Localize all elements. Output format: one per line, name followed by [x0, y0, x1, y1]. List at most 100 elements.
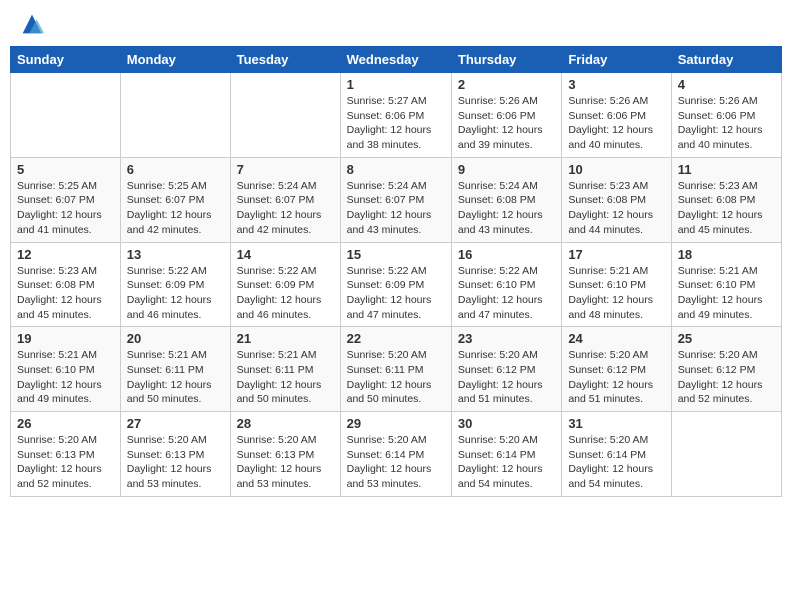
cell-info-text: Sunrise: 5:25 AM Sunset: 6:07 PM Dayligh… [17, 179, 114, 238]
cell-day-number: 10 [568, 162, 664, 177]
cell-day-number: 2 [458, 77, 555, 92]
cell-info-text: Sunrise: 5:20 AM Sunset: 6:14 PM Dayligh… [568, 433, 664, 492]
cell-info-text: Sunrise: 5:20 AM Sunset: 6:12 PM Dayligh… [458, 348, 555, 407]
calendar-cell: 6 Sunrise: 5:25 AM Sunset: 6:07 PM Daylig… [120, 157, 230, 242]
calendar-week-row: 1Sunrise: 5:27 AM Sunset: 6:06 PM Daylig… [11, 73, 782, 158]
calendar-cell [671, 412, 781, 497]
cell-day-number: 29 [347, 416, 445, 431]
cell-day-number: 4 [678, 77, 775, 92]
cell-info-text: Sunrise: 5:22 AM Sunset: 6:09 PM Dayligh… [347, 264, 445, 323]
calendar-cell: 3 Sunrise: 5:26 AM Sunset: 6:06 PM Daylig… [562, 73, 671, 158]
cell-day-number: 18 [678, 247, 775, 262]
page-header [10, 10, 782, 38]
cell-info-text: Sunrise: 5:26 AM Sunset: 6:06 PM Dayligh… [568, 94, 664, 153]
cell-day-number: 23 [458, 331, 555, 346]
cell-day-number: 24 [568, 331, 664, 346]
cell-day-number: 5 [17, 162, 114, 177]
cell-info-text: Sunrise: 5:20 AM Sunset: 6:13 PM Dayligh… [17, 433, 114, 492]
cell-day-number: 25 [678, 331, 775, 346]
calendar-cell: 11 Sunrise: 5:23 AM Sunset: 6:08 PM Dayli… [671, 157, 781, 242]
calendar-day-header: Thursday [451, 47, 561, 73]
logo-icon [18, 10, 46, 38]
cell-info-text: Sunrise: 5:22 AM Sunset: 6:09 PM Dayligh… [127, 264, 224, 323]
cell-day-number: 9 [458, 162, 555, 177]
calendar-cell [230, 73, 340, 158]
cell-info-text: Sunrise: 5:20 AM Sunset: 6:11 PM Dayligh… [347, 348, 445, 407]
cell-info-text: Sunrise: 5:22 AM Sunset: 6:09 PM Dayligh… [237, 264, 334, 323]
cell-day-number: 15 [347, 247, 445, 262]
cell-info-text: Sunrise: 5:26 AM Sunset: 6:06 PM Dayligh… [678, 94, 775, 153]
calendar-cell: 20 Sunrise: 5:21 AM Sunset: 6:11 PM Dayli… [120, 327, 230, 412]
cell-info-text: Sunrise: 5:23 AM Sunset: 6:08 PM Dayligh… [678, 179, 775, 238]
cell-info-text: Sunrise: 5:20 AM Sunset: 6:14 PM Dayligh… [347, 433, 445, 492]
cell-info-text: Sunrise: 5:27 AM Sunset: 6:06 PM Dayligh… [347, 94, 445, 153]
cell-day-number: 21 [237, 331, 334, 346]
cell-day-number: 31 [568, 416, 664, 431]
calendar-day-header: Friday [562, 47, 671, 73]
cell-day-number: 13 [127, 247, 224, 262]
cell-info-text: Sunrise: 5:20 AM Sunset: 6:13 PM Dayligh… [237, 433, 334, 492]
cell-info-text: Sunrise: 5:24 AM Sunset: 6:07 PM Dayligh… [347, 179, 445, 238]
cell-info-text: Sunrise: 5:21 AM Sunset: 6:10 PM Dayligh… [678, 264, 775, 323]
cell-day-number: 27 [127, 416, 224, 431]
cell-day-number: 28 [237, 416, 334, 431]
cell-day-number: 17 [568, 247, 664, 262]
cell-info-text: Sunrise: 5:20 AM Sunset: 6:12 PM Dayligh… [568, 348, 664, 407]
cell-day-number: 6 [127, 162, 224, 177]
cell-info-text: Sunrise: 5:25 AM Sunset: 6:07 PM Dayligh… [127, 179, 224, 238]
calendar-cell: 19 Sunrise: 5:21 AM Sunset: 6:10 PM Dayli… [11, 327, 121, 412]
calendar-cell: 31 Sunrise: 5:20 AM Sunset: 6:14 PM Dayli… [562, 412, 671, 497]
cell-info-text: Sunrise: 5:21 AM Sunset: 6:11 PM Dayligh… [237, 348, 334, 407]
calendar-cell: 24 Sunrise: 5:20 AM Sunset: 6:12 PM Dayli… [562, 327, 671, 412]
calendar-cell: 9 Sunrise: 5:24 AM Sunset: 6:08 PM Daylig… [451, 157, 561, 242]
cell-day-number: 8 [347, 162, 445, 177]
calendar-cell: 14 Sunrise: 5:22 AM Sunset: 6:09 PM Dayli… [230, 242, 340, 327]
calendar-cell: 21 Sunrise: 5:21 AM Sunset: 6:11 PM Dayli… [230, 327, 340, 412]
cell-day-number: 26 [17, 416, 114, 431]
calendar-cell: 18 Sunrise: 5:21 AM Sunset: 6:10 PM Dayli… [671, 242, 781, 327]
calendar-day-header: Wednesday [340, 47, 451, 73]
cell-day-number: 19 [17, 331, 114, 346]
cell-day-number: 30 [458, 416, 555, 431]
calendar-cell: 28 Sunrise: 5:20 AM Sunset: 6:13 PM Dayli… [230, 412, 340, 497]
cell-info-text: Sunrise: 5:20 AM Sunset: 6:14 PM Dayligh… [458, 433, 555, 492]
calendar-cell: 25 Sunrise: 5:20 AM Sunset: 6:12 PM Dayli… [671, 327, 781, 412]
calendar-cell [11, 73, 121, 158]
calendar-cell [120, 73, 230, 158]
calendar-cell: 12Sunrise: 5:23 AM Sunset: 6:08 PM Dayli… [11, 242, 121, 327]
cell-day-number: 12 [17, 247, 114, 262]
calendar-cell: 16 Sunrise: 5:22 AM Sunset: 6:10 PM Dayli… [451, 242, 561, 327]
calendar-cell: 2 Sunrise: 5:26 AM Sunset: 6:06 PM Daylig… [451, 73, 561, 158]
calendar-cell: 29 Sunrise: 5:20 AM Sunset: 6:14 PM Dayli… [340, 412, 451, 497]
cell-info-text: Sunrise: 5:21 AM Sunset: 6:11 PM Dayligh… [127, 348, 224, 407]
calendar-cell: 7 Sunrise: 5:24 AM Sunset: 6:07 PM Daylig… [230, 157, 340, 242]
calendar-cell: 27 Sunrise: 5:20 AM Sunset: 6:13 PM Dayli… [120, 412, 230, 497]
cell-day-number: 3 [568, 77, 664, 92]
cell-day-number: 20 [127, 331, 224, 346]
calendar-table: SundayMondayTuesdayWednesdayThursdayFrid… [10, 46, 782, 497]
cell-day-number: 11 [678, 162, 775, 177]
cell-info-text: Sunrise: 5:22 AM Sunset: 6:10 PM Dayligh… [458, 264, 555, 323]
cell-info-text: Sunrise: 5:21 AM Sunset: 6:10 PM Dayligh… [17, 348, 114, 407]
cell-info-text: Sunrise: 5:24 AM Sunset: 6:07 PM Dayligh… [237, 179, 334, 238]
cell-info-text: Sunrise: 5:20 AM Sunset: 6:12 PM Dayligh… [678, 348, 775, 407]
logo [14, 10, 46, 38]
calendar-day-header: Sunday [11, 47, 121, 73]
calendar-cell: 26 Sunrise: 5:20 AM Sunset: 6:13 PM Dayli… [11, 412, 121, 497]
cell-day-number: 16 [458, 247, 555, 262]
calendar-week-row: 26 Sunrise: 5:20 AM Sunset: 6:13 PM Dayli… [11, 412, 782, 497]
calendar-week-row: 12Sunrise: 5:23 AM Sunset: 6:08 PM Dayli… [11, 242, 782, 327]
calendar-header-row: SundayMondayTuesdayWednesdayThursdayFrid… [11, 47, 782, 73]
calendar-cell: 5 Sunrise: 5:25 AM Sunset: 6:07 PM Daylig… [11, 157, 121, 242]
calendar-cell: 8 Sunrise: 5:24 AM Sunset: 6:07 PM Daylig… [340, 157, 451, 242]
cell-day-number: 7 [237, 162, 334, 177]
cell-info-text: Sunrise: 5:23 AM Sunset: 6:08 PM Dayligh… [568, 179, 664, 238]
calendar-cell: 10 Sunrise: 5:23 AM Sunset: 6:08 PM Dayli… [562, 157, 671, 242]
cell-info-text: Sunrise: 5:26 AM Sunset: 6:06 PM Dayligh… [458, 94, 555, 153]
calendar-week-row: 5 Sunrise: 5:25 AM Sunset: 6:07 PM Daylig… [11, 157, 782, 242]
cell-info-text: Sunrise: 5:24 AM Sunset: 6:08 PM Dayligh… [458, 179, 555, 238]
cell-info-text: Sunrise: 5:20 AM Sunset: 6:13 PM Dayligh… [127, 433, 224, 492]
cell-day-number: 14 [237, 247, 334, 262]
calendar-cell: 30 Sunrise: 5:20 AM Sunset: 6:14 PM Dayli… [451, 412, 561, 497]
calendar-week-row: 19 Sunrise: 5:21 AM Sunset: 6:10 PM Dayli… [11, 327, 782, 412]
